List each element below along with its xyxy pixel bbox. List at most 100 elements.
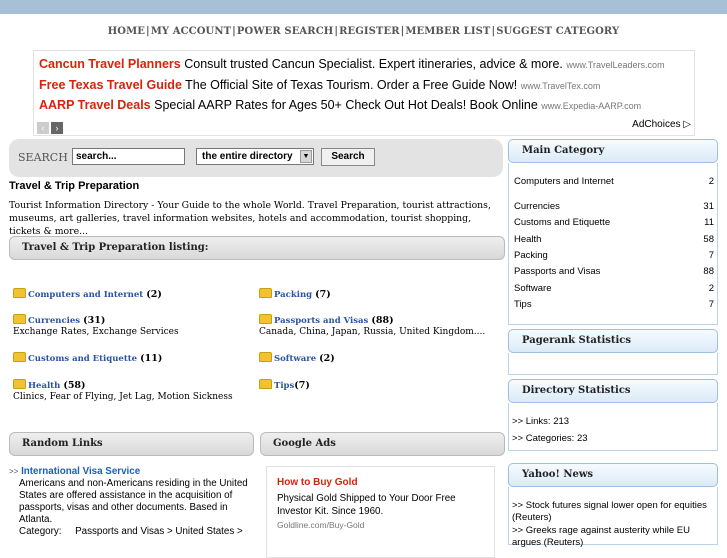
nav-home[interactable]: HOME [108,26,145,37]
category-item[interactable]: Health (58) Clinics, Fear of Flying, Jet… [13,379,253,402]
sidebar-category-name[interactable]: Tips [514,299,532,310]
random-links-header: Random Links [9,432,254,456]
category-link[interactable]: Passports and Visas [274,316,368,326]
nav-suggest-category[interactable]: SUGGEST CATEGORY [496,26,619,37]
google-ad-box[interactable]: How to Buy Gold Physical Gold Shipped to… [266,466,495,558]
sidebar-category-item[interactable]: Packing 7 [514,250,714,261]
google-ad-url[interactable]: Goldline.com/Buy-Gold [277,520,364,530]
folder-icon [259,352,272,362]
ad-description: Consult trusted Cancun Specialist. Exper… [184,57,563,71]
ad-url[interactable]: www.TravelLeaders.com [566,60,664,70]
sidebar-category-item[interactable]: Passports and Visas 88 [514,266,714,277]
directory-stats-header: Directory Statistics [508,379,718,403]
news-item[interactable]: >> Stock futures signal lower open for e… [512,500,712,524]
category-item[interactable]: Currencies (31) Exchange Rates, Exchange… [13,314,253,337]
folder-icon [13,288,26,298]
sidebar-category-count: 2 [708,176,714,187]
subcategory-list[interactable]: Exchange Rates, Exchange Services [13,327,253,337]
bullet-marker: >> [9,467,19,476]
nav-register[interactable]: REGISTER [339,26,400,37]
search-button[interactable]: Search [321,148,375,166]
sidebar-category-item[interactable]: Currencies 31 [514,201,714,212]
ad-description: Special AARP Rates for Ages 50+ Check Ou… [154,98,538,112]
subcategory-list[interactable]: Clinics, Fear of Flying, Jet Lag, Motion… [13,392,253,402]
search-label: SEARCH [18,151,68,164]
ad-line[interactable]: Free Texas Travel Guide The Official Sit… [39,78,600,92]
ad-title[interactable]: AARP Travel Deals [39,98,151,112]
ad-title[interactable]: Free Texas Travel Guide [39,78,182,92]
sponsored-ads-box: Cancun Travel Planners Consult trusted C… [33,50,695,136]
category-count: (2) [319,353,335,364]
next-arrow-icon[interactable]: › [51,122,63,134]
search-scope-value: the entire directory [202,151,293,162]
ad-url[interactable]: www.TravelTex.com [521,81,601,91]
sidebar-category-name[interactable]: Passports and Visas [514,266,600,277]
category-item[interactable]: Software (2) [259,352,504,364]
category-count: (31) [83,315,106,326]
sidebar-category-item[interactable]: Customs and Etiquette 11 [514,217,714,228]
sidebar-category-name[interactable]: Packing [514,250,548,261]
category-link[interactable]: Packing [274,290,312,300]
sidebar-category-item[interactable]: Software 2 [514,283,714,294]
category-link[interactable]: Tips [274,381,294,391]
random-link-description: Americans and non-Americans residing in … [19,478,248,525]
category-link[interactable]: Software [274,354,316,364]
listing-header: Travel & Trip Preparation listing: [9,236,505,260]
yahoo-news-body: >> Stock futures signal lower open for e… [508,487,718,548]
ad-pager: ‹ › [37,118,65,136]
sidebar-category-item[interactable]: Health 58 [514,234,714,245]
sidebar-category-count: 2 [708,283,714,294]
sidebar-category-name[interactable]: Currencies [514,201,560,212]
category-count: (7) [315,289,331,300]
sidebar-category-name[interactable]: Computers and Internet [514,176,614,187]
nav-my-account[interactable]: MY ACCOUNT [151,26,231,37]
category-link[interactable]: Currencies [28,316,80,326]
folder-icon [13,314,26,324]
sidebar-category-count: 7 [708,299,714,310]
page-description: Tourist Information Directory - Your Gui… [9,200,491,237]
category-item[interactable]: Customs and Etiquette (11) [13,352,253,364]
news-item[interactable]: >> Greeks rage against austerity while E… [512,525,712,549]
sidebar-category-count: 7 [708,250,714,261]
prev-arrow-icon[interactable]: ‹ [37,122,49,134]
stat-categories: >> Categories: 23 [512,433,588,444]
category-path[interactable]: Passports and Visas > United States > [75,526,243,537]
category-count: (58) [63,380,86,391]
main-nav: HOME|MY ACCOUNT|POWER SEARCH|REGISTER|ME… [0,26,727,37]
category-count: (2) [146,289,162,300]
category-item[interactable]: Packing (7) [259,288,504,300]
top-banner-bar [0,0,727,14]
adchoices-link[interactable]: AdChoices ▷ [632,119,691,130]
folder-icon [13,352,26,362]
ad-title[interactable]: Cancun Travel Planners [39,57,181,71]
nav-member-list[interactable]: MEMBER LIST [405,26,490,37]
folder-icon [259,379,272,389]
chevron-down-icon[interactable]: ▼ [300,150,312,163]
sidebar-category-name[interactable]: Health [514,234,541,245]
nav-power-search[interactable]: POWER SEARCH [237,26,333,37]
category-link[interactable]: Health [28,381,60,391]
google-ad-title[interactable]: How to Buy Gold [277,477,358,488]
ad-line[interactable]: Cancun Travel Planners Consult trusted C… [39,57,665,71]
sidebar-category-name[interactable]: Customs and Etiquette [514,217,610,228]
yahoo-news-header: Yahoo! News [508,463,718,487]
subcategory-list[interactable]: Canada, China, Japan, Russia, United Kin… [259,327,504,337]
category-link[interactable]: Customs and Etiquette [28,354,137,364]
random-link-title[interactable]: International Visa Service [21,466,140,477]
sidebar-category-item[interactable]: Computers and Internet [514,176,634,187]
sidebar-category-item[interactable]: Tips 7 [514,299,714,310]
sidebar-category-name[interactable]: Software [514,283,552,294]
ad-url[interactable]: www.Expedia-AARP.com [541,101,641,111]
directory-stats-body: >> Links: 213 >> Categories: 23 [508,403,718,451]
sidebar-category-count: 11 [704,217,714,228]
ad-line[interactable]: AARP Travel Deals Special AARP Rates for… [39,98,641,112]
category-link[interactable]: Computers and Internet [28,290,143,300]
random-link-category: Category: Passports and Visas > United S… [9,526,254,538]
category-item[interactable]: Passports and Visas (88) Canada, China, … [259,314,504,337]
category-count: (11) [140,353,163,364]
category-item[interactable]: Computers and Internet (2) [13,288,253,300]
search-scope-select[interactable]: the entire directory ▼ [196,148,314,165]
search-bar: SEARCH search... the entire directory ▼ … [9,139,503,177]
category-item[interactable]: Tips(7) [259,379,504,391]
search-input[interactable]: search... [72,148,185,165]
